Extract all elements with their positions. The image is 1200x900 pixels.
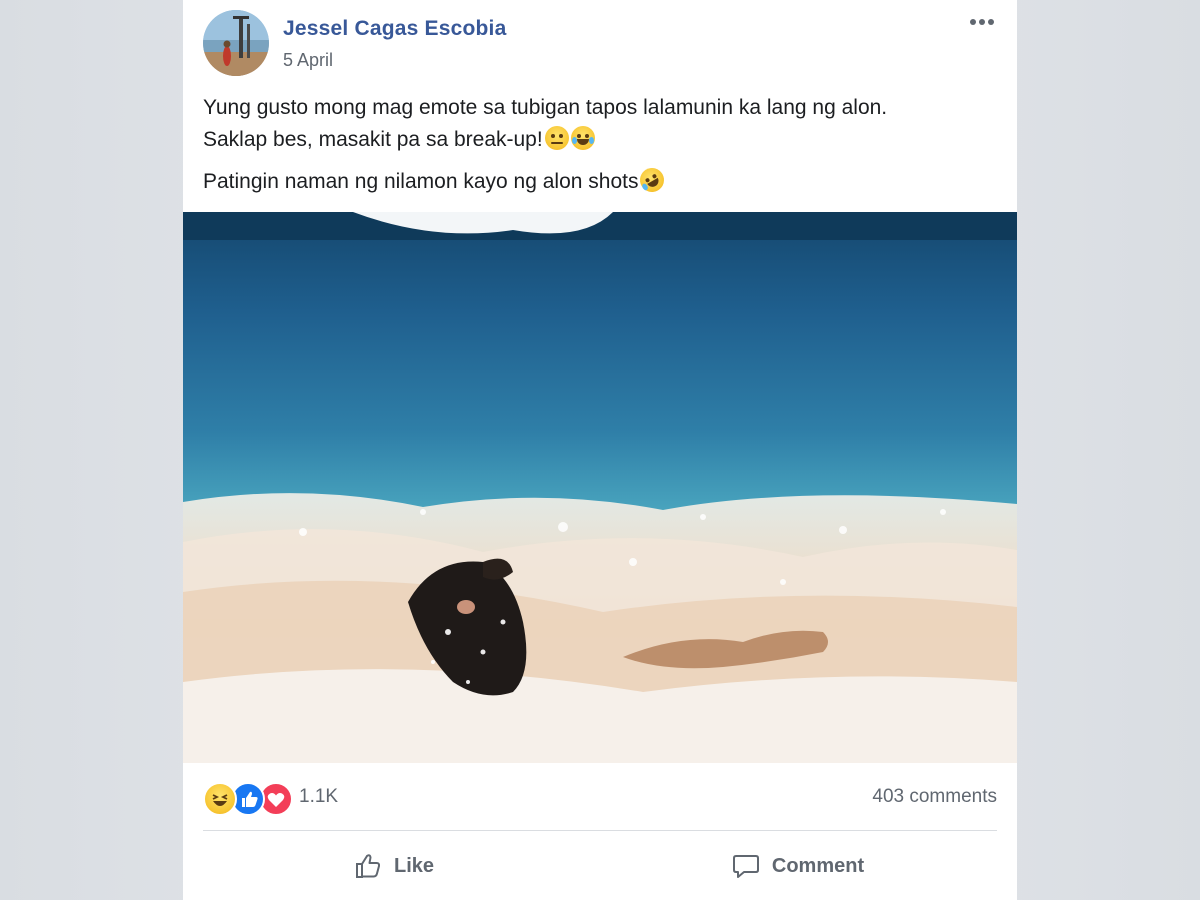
more-options-icon[interactable]	[967, 10, 997, 34]
post-message: Yung gusto mong mag emote sa tubigan tap…	[203, 92, 1003, 198]
reaction-icons[interactable]	[203, 782, 299, 816]
post-photo[interactable]	[183, 212, 1017, 763]
haha-reaction-icon	[203, 782, 237, 816]
like-button-label: Like	[393, 854, 435, 877]
author-name-link[interactable]: Jessel Cagas Escobia	[283, 17, 506, 41]
post-text-paragraph-1: Yung gusto mong mag emote sa tubigan tap…	[203, 92, 1003, 156]
actions-divider	[203, 830, 997, 831]
thumbs-up-icon	[352, 850, 384, 882]
post-text-line-2: Saklap bes, masakit pa sa break-up!	[203, 128, 543, 151]
post-text-line-1: Yung gusto mong mag emote sa tubigan tap…	[203, 96, 888, 119]
speech-bubble-icon	[730, 850, 762, 882]
comment-button-label: Comment	[771, 854, 865, 877]
like-button[interactable]: Like	[203, 840, 583, 892]
comment-count-link[interactable]: 403 comments	[872, 786, 997, 808]
face-with-rolling-eyes-icon	[544, 126, 569, 150]
post-card: Jessel Cagas Escobia 5 April Yung gusto …	[183, 0, 1017, 900]
face-with-tears-of-joy-icon	[570, 126, 595, 150]
rolling-on-the-floor-laughing-icon	[636, 163, 669, 197]
post-text-paragraph-2: Patingin naman ng nilamon kayo ng alon s…	[203, 163, 1003, 198]
post-timestamp[interactable]: 5 April	[283, 50, 333, 71]
post-text-line-3: Patingin naman ng nilamon kayo ng alon s…	[203, 170, 639, 193]
comment-button[interactable]: Comment	[607, 840, 987, 892]
reaction-count[interactable]: 1.1K	[299, 786, 338, 808]
reactions-summary-row: 1.1K 403 comments	[203, 778, 997, 818]
author-avatar[interactable]	[203, 10, 269, 76]
